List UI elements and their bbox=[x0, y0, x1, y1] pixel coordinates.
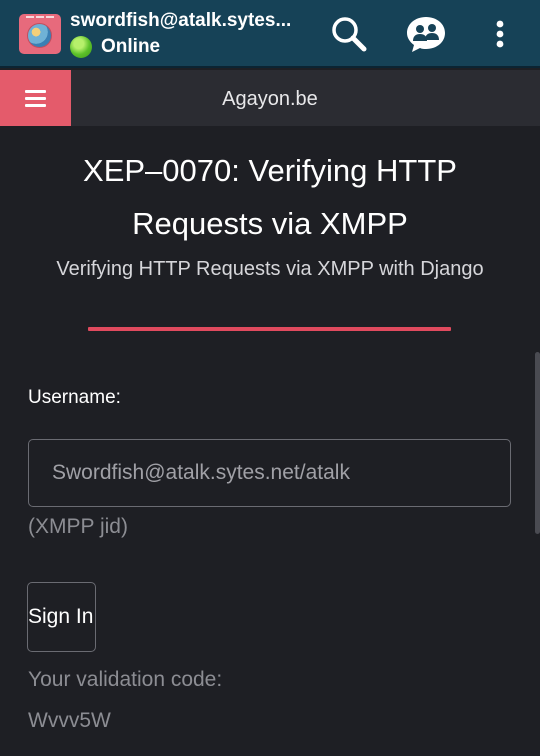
username-label: Username: bbox=[28, 387, 121, 408]
page-title: XEP–0070: Verifying HTTP Requests via XM… bbox=[83, 153, 457, 241]
site-navbar: Agayon.be bbox=[0, 70, 540, 126]
username-field[interactable] bbox=[28, 439, 511, 507]
overflow-menu-button[interactable] bbox=[478, 12, 522, 56]
avatar-decoration bbox=[19, 16, 61, 20]
app-avatar-icon[interactable] bbox=[19, 14, 61, 54]
hamburger-menu-icon[interactable] bbox=[0, 70, 71, 126]
contacts-chat-icon bbox=[407, 17, 445, 52]
status-label: Online bbox=[101, 36, 161, 57]
validation-code-label: Your validation code: bbox=[28, 668, 223, 691]
main-content: XEP–0070: Verifying HTTP Requests via XM… bbox=[0, 126, 540, 756]
site-title[interactable]: Agayon.be bbox=[71, 70, 469, 126]
globe-icon bbox=[27, 23, 52, 48]
page-subtitle: Verifying HTTP Requests via XMPP with Dj… bbox=[56, 258, 484, 280]
sign-in-button[interactable]: Sign In bbox=[27, 582, 96, 652]
username-hint: (XMPP jid) bbox=[28, 515, 128, 538]
scrollbar[interactable] bbox=[535, 352, 540, 534]
online-status-icon bbox=[70, 36, 92, 58]
app-bar: swordfish@atalk.sytes... Online bbox=[0, 0, 540, 68]
search-button[interactable] bbox=[327, 12, 371, 56]
contacts-button[interactable] bbox=[404, 12, 448, 56]
search-icon bbox=[332, 17, 367, 52]
presence-status[interactable]: Online bbox=[70, 36, 160, 58]
validation-code-value: Wvvv5W bbox=[28, 709, 111, 732]
account-name[interactable]: swordfish@atalk.sytes... bbox=[70, 10, 310, 32]
divider bbox=[88, 327, 451, 331]
sign-in-label: Sign In bbox=[28, 605, 94, 628]
more-vert-icon bbox=[496, 20, 504, 48]
